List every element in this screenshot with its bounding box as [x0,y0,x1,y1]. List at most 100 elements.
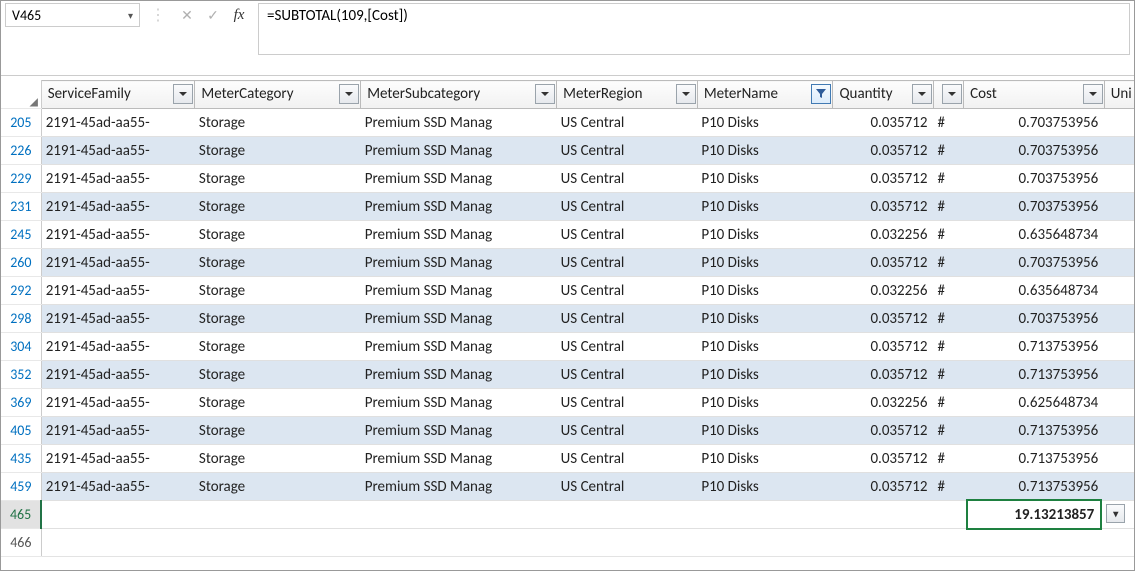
cell-empty[interactable] [361,529,557,557]
filter-dropdown-icon[interactable] [942,84,962,104]
cell-quantity[interactable]: 0.035712 [833,473,933,501]
cell-quantity[interactable]: 0.032256 [833,277,933,305]
cell-metersubcategory[interactable]: Premium SSD Manag [361,249,557,277]
cell-meterregion[interactable]: US Central [557,249,698,277]
cell-uni[interactable] [1104,277,1134,305]
cell-quantity[interactable]: 0.035712 [833,417,933,445]
cell-metersubcategory[interactable]: Premium SSD Manag [361,417,557,445]
cell-uni[interactable] [1104,305,1134,333]
cell-servicefamily[interactable]: 2191-45ad-aa55- [41,249,195,277]
table-row[interactable]: 2922191-45ad-aa55-StoragePremium SSD Man… [1,277,1134,305]
cell-metercategory[interactable]: Storage [195,417,361,445]
total-cell-metercategory[interactable] [195,501,361,529]
cell-meterregion[interactable]: US Central [557,137,698,165]
cell-cost[interactable]: 0.703753956 [964,249,1105,277]
cell-uni[interactable] [1104,165,1134,193]
cell-x[interactable]: # [933,361,963,389]
cell-servicefamily[interactable]: 2191-45ad-aa55- [41,333,195,361]
spreadsheet-area[interactable]: ◢ServiceFamilyMeterCategoryMeterSubcateg… [1,80,1134,557]
cell-x[interactable]: # [933,333,963,361]
cell-cost[interactable]: 0.713753956 [964,445,1105,473]
row-header[interactable]: 229 [1,165,41,193]
cell-meterregion[interactable]: US Central [557,193,698,221]
cell-uni[interactable] [1104,109,1134,137]
row-header[interactable]: 466 [1,529,41,557]
cell-quantity[interactable]: 0.035712 [833,333,933,361]
total-cell-cost[interactable]: 19.13213857 [964,501,1105,529]
cell-metername[interactable]: P10 Disks [697,333,833,361]
cell-metersubcategory[interactable]: Premium SSD Manag [361,137,557,165]
table-row[interactable]: 4592191-45ad-aa55-StoragePremium SSD Man… [1,473,1134,501]
cell-empty[interactable] [964,529,1105,557]
cell-metercategory[interactable]: Storage [195,109,361,137]
cell-metername[interactable]: P10 Disks [697,417,833,445]
cell-uni[interactable] [1104,389,1134,417]
cell-metersubcategory[interactable]: Premium SSD Manag [361,277,557,305]
cell-quantity[interactable]: 0.035712 [833,305,933,333]
cell-uni[interactable] [1104,473,1134,501]
filter-dropdown-icon[interactable] [676,84,696,104]
cell-metersubcategory[interactable]: Premium SSD Manag [361,389,557,417]
cell-metername[interactable]: P10 Disks [697,137,833,165]
cell-meterregion[interactable]: US Central [557,165,698,193]
cell-metername[interactable]: P10 Disks [697,249,833,277]
cell-metersubcategory[interactable]: Premium SSD Manag [361,193,557,221]
cell-metername[interactable]: P10 Disks [697,361,833,389]
row-header[interactable]: 369 [1,389,41,417]
cell-metercategory[interactable]: Storage [195,389,361,417]
row-header[interactable]: 435 [1,445,41,473]
cell-meterregion[interactable]: US Central [557,361,698,389]
cell-uni[interactable] [1104,193,1134,221]
cell-servicefamily[interactable]: 2191-45ad-aa55- [41,473,195,501]
row-header[interactable]: 260 [1,249,41,277]
cell-quantity[interactable]: 0.035712 [833,193,933,221]
cell-empty[interactable] [195,529,361,557]
cell-meterregion[interactable]: US Central [557,109,698,137]
cell-metername[interactable]: P10 Disks [697,445,833,473]
column-header-cost[interactable]: Cost [964,81,1105,109]
cell-cost[interactable]: 0.713753956 [964,333,1105,361]
cell-metername[interactable]: P10 Disks [697,193,833,221]
row-header[interactable]: 298 [1,305,41,333]
filter-dropdown-icon[interactable] [173,84,193,104]
table-row[interactable]: 2052191-45ad-aa55-StoragePremium SSD Man… [1,109,1134,137]
cell-quantity[interactable]: 0.035712 [833,137,933,165]
cell-cost[interactable]: 0.703753956 [964,109,1105,137]
cell-meterregion[interactable]: US Central [557,221,698,249]
cell-metersubcategory[interactable]: Premium SSD Manag [361,333,557,361]
column-header-metername[interactable]: MeterName [697,81,833,109]
cell-x[interactable]: # [933,165,963,193]
filter-dropdown-icon[interactable] [535,84,555,104]
table-row[interactable]: 3692191-45ad-aa55-StoragePremium SSD Man… [1,389,1134,417]
filter-dropdown-icon[interactable] [912,84,932,104]
cell-uni[interactable] [1104,417,1134,445]
cell-empty[interactable] [933,529,963,557]
name-box[interactable]: V465 [5,3,140,27]
cell-servicefamily[interactable]: 2191-45ad-aa55- [41,417,195,445]
cell-cost[interactable]: 0.635648734 [964,221,1105,249]
table-row[interactable]: 2312191-45ad-aa55-StoragePremium SSD Man… [1,193,1134,221]
cell-uni[interactable] [1104,137,1134,165]
cell-cost[interactable]: 0.703753956 [964,165,1105,193]
cell-metername[interactable]: P10 Disks [697,473,833,501]
cell-servicefamily[interactable]: 2191-45ad-aa55- [41,361,195,389]
row-header[interactable]: 304 [1,333,41,361]
cell-cost[interactable]: 0.703753956 [964,305,1105,333]
cell-metercategory[interactable]: Storage [195,165,361,193]
cell-metername[interactable]: P10 Disks [697,277,833,305]
cell-x[interactable]: # [933,221,963,249]
cell-metercategory[interactable]: Storage [195,221,361,249]
cell-x[interactable]: # [933,445,963,473]
cell-metercategory[interactable]: Storage [195,137,361,165]
table-row[interactable]: 4052191-45ad-aa55-StoragePremium SSD Man… [1,417,1134,445]
cell-metercategory[interactable]: Storage [195,445,361,473]
cell-metername[interactable]: P10 Disks [697,165,833,193]
cell-cost[interactable]: 0.703753956 [964,137,1105,165]
cell-cost[interactable]: 0.625648734 [964,389,1105,417]
total-cell-dropdown-icon[interactable] [1106,504,1125,523]
cell-cost[interactable]: 0.635648734 [964,277,1105,305]
cell-x[interactable]: # [933,193,963,221]
cell-servicefamily[interactable]: 2191-45ad-aa55- [41,277,195,305]
total-cell-metername[interactable] [697,501,833,529]
cell-metercategory[interactable]: Storage [195,361,361,389]
